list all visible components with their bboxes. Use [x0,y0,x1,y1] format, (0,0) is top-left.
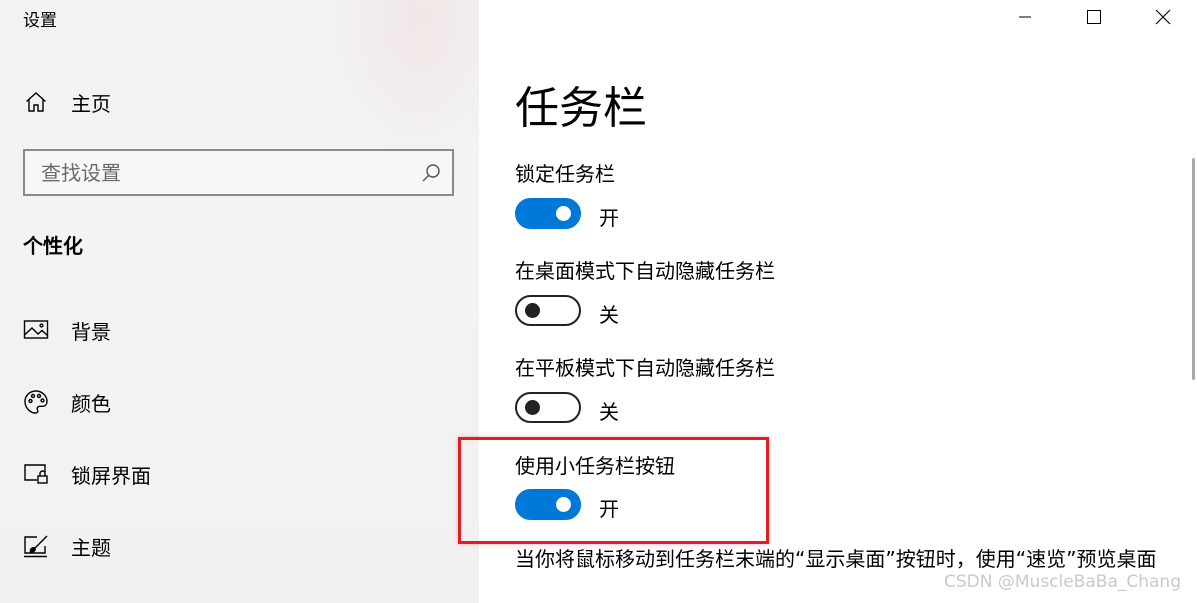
section-header: 个性化 [23,234,83,258]
settings-window: 设置 主页 个性化 [0,0,1197,603]
minimize-icon [1018,16,1031,18]
toggle-knob [525,303,540,318]
maximize-button[interactable] [1059,0,1128,34]
setting-label-lock-taskbar: 锁定任务栏 [515,162,615,186]
sidebar-item-colors[interactable]: 颜色 [0,378,479,426]
search-box[interactable] [23,149,454,196]
maximize-icon [1086,10,1101,24]
picture-icon [22,316,50,344]
home-icon [22,88,50,116]
sidebar-item-label: 主页 [71,91,111,116]
search-input[interactable] [25,151,452,194]
toggle-knob [556,206,571,221]
toggle-state-text: 关 [599,303,619,327]
sidebar-item-label: 锁屏界面 [71,463,151,488]
minimize-button[interactable] [990,0,1059,34]
app-title: 设置 [23,11,57,31]
sidebar-item-label: 主题 [71,535,111,560]
sidebar-item-label: 背景 [71,319,111,344]
toggle-state-text: 开 [599,206,619,230]
palette-icon [22,388,50,416]
sidebar-item-lock-screen[interactable]: 锁屏界面 [0,450,479,498]
watermark: CSDN @MuscleBaBa_Chang [944,572,1181,592]
theme-brush-icon [22,532,50,560]
highlight-annotation [458,437,769,544]
close-icon [1155,9,1170,25]
lock-screen-icon [22,460,50,488]
scrollbar[interactable] [1192,158,1195,380]
sidebar: 设置 主页 个性化 [0,0,479,603]
peek-description: 当你将鼠标移动到任务栏末端的“显示桌面”按钮时，使用“速览”预览桌面 [515,547,1157,571]
setting-label-autohide-desktop: 在桌面模式下自动隐藏任务栏 [515,259,775,283]
page-title: 任务栏 [515,83,647,134]
close-button[interactable] [1128,0,1197,34]
lock-taskbar-toggle[interactable] [515,198,581,229]
sidebar-item-home[interactable]: 主页 [0,78,479,126]
sidebar-item-background[interactable]: 背景 [0,306,479,354]
sidebar-item-label: 颜色 [71,391,111,416]
toggle-knob [525,400,540,415]
autohide-desktop-toggle[interactable] [515,295,581,326]
setting-label-autohide-tablet: 在平板模式下自动隐藏任务栏 [515,356,775,380]
window-controls [990,0,1197,34]
sidebar-item-themes[interactable]: 主题 [0,522,479,570]
search-icon[interactable] [420,162,442,184]
autohide-tablet-toggle[interactable] [515,392,581,423]
toggle-state-text: 关 [599,400,619,424]
